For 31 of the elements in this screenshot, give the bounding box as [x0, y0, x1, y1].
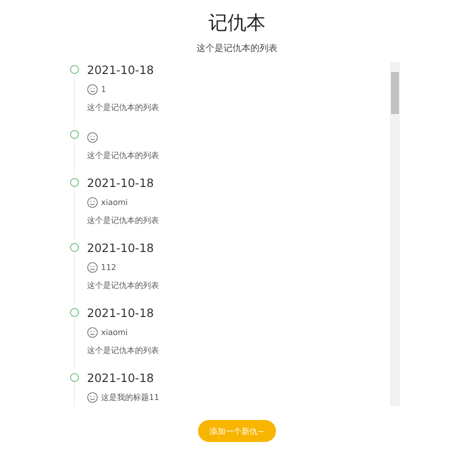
smiley-icon	[87, 262, 98, 272]
timeline-dot	[70, 373, 79, 382]
add-button[interactable]: 添加一个新仇~	[198, 420, 276, 442]
item-description: 这个是记仇本的列表	[87, 150, 160, 162]
item-name: 112	[101, 262, 116, 272]
item-date: 2021-10-18	[87, 305, 155, 322]
page-subtitle: 这个是记仇本的列表	[196, 42, 278, 56]
timeline-dot	[70, 308, 79, 317]
item-date: 2021-10-18	[87, 240, 155, 257]
item-description: 这个是记仇本的列表	[87, 215, 160, 227]
item-name: 1	[101, 84, 106, 94]
smiley-icon	[87, 84, 98, 94]
item-date: 2021-10-18	[87, 175, 155, 192]
smiley-icon	[87, 392, 98, 402]
item-description: 这个是记仇本的列表	[87, 280, 160, 292]
item-name: 这是我的标题11	[101, 392, 160, 402]
timeline-dot	[70, 243, 79, 252]
timeline-dot	[70, 178, 79, 187]
item-name: xiaomi	[101, 328, 128, 336]
smiley-icon	[87, 326, 98, 338]
scrollbar[interactable]	[390, 62, 400, 406]
item-name: xiaomi	[101, 198, 128, 206]
smiley-icon	[87, 132, 98, 142]
timeline-dot	[70, 65, 79, 74]
timeline-dot	[70, 130, 79, 139]
smiley-icon	[87, 196, 98, 208]
item-description: 这个是记仇本的列表	[87, 345, 160, 357]
item-date: 2021-10-18	[87, 62, 155, 79]
item-date: 2021-10-18	[87, 370, 155, 387]
item-description: 这个是记仇本的列表	[87, 102, 160, 114]
page-title: 记仇本	[208, 11, 266, 36]
